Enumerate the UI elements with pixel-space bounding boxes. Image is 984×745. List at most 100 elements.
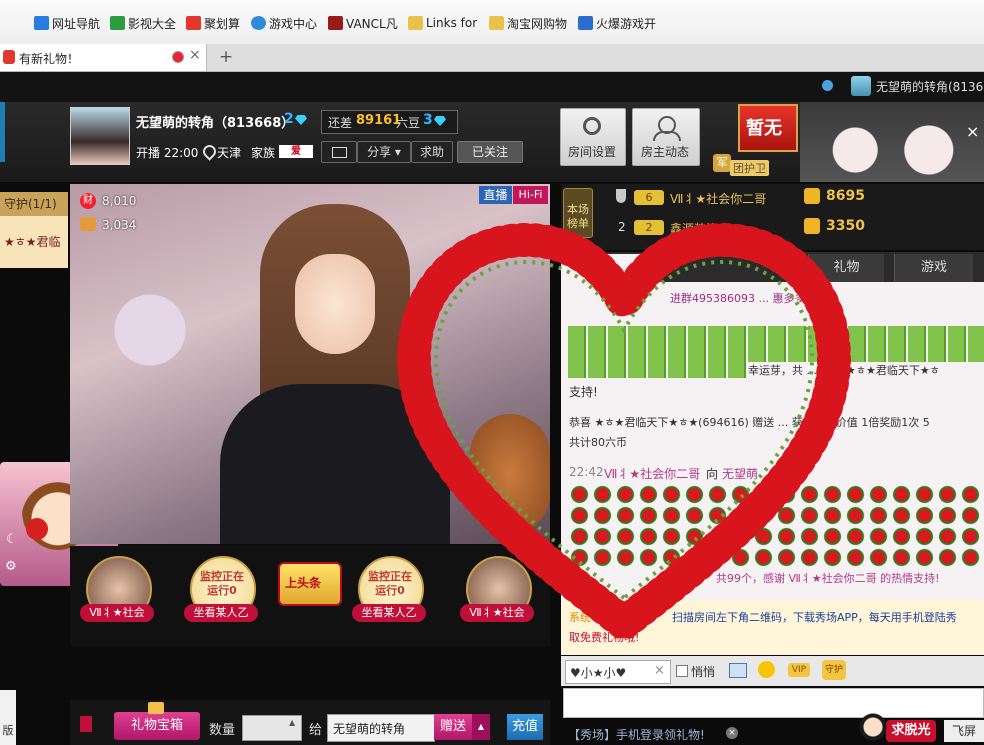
bookmark-nav[interactable]: 网址导航 xyxy=(34,14,100,32)
guard-tag: 军 xyxy=(713,154,731,172)
tab-title: 有新礼物！ xyxy=(19,52,80,66)
rank-score-1: 8695 xyxy=(826,188,865,204)
juhuasuan-icon xyxy=(186,16,201,30)
host-news-label: 房主动态 xyxy=(641,145,690,159)
send-button[interactable]: 赠送 xyxy=(434,714,472,740)
gift-label: Ⅶ丬★社会 xyxy=(80,604,154,622)
browser-tab[interactable]: 有新礼物！ × xyxy=(0,44,207,71)
share-button[interactable]: 分享 ▾ xyxy=(357,141,411,163)
bookmark-juhuasuan[interactable]: 聚划算 xyxy=(186,14,240,32)
no-gift-icon[interactable] xyxy=(80,716,92,732)
verified-icon xyxy=(822,80,833,91)
gift-item-2[interactable]: 监控正在运行0 坐看某人乙 xyxy=(184,556,258,622)
recharge-button[interactable]: 充值 xyxy=(507,714,543,740)
bookmark-games[interactable]: 游戏中心 xyxy=(251,14,317,32)
whisper-checkbox[interactable] xyxy=(676,665,688,677)
streamer-name: 无望萌的转角（813668） xyxy=(136,116,295,131)
person-body-icon xyxy=(653,131,681,141)
guard-tab[interactable]: 守护(1/1) xyxy=(0,192,68,216)
top-user-bar xyxy=(0,72,984,102)
hifi-badge[interactable]: Hi-Fi xyxy=(513,186,548,204)
quantity-label: 数量 xyxy=(209,723,236,738)
emoji-icon[interactable] xyxy=(758,661,775,678)
recipient-field[interactable]: 无望萌的转角 xyxy=(327,714,435,742)
stepper-up-icon[interactable]: ▲ xyxy=(289,718,295,727)
game-icon xyxy=(578,16,593,30)
site-icon xyxy=(3,50,15,64)
user-name[interactable]: 无望萌的转角(8136 xyxy=(876,78,983,95)
image-icon[interactable] xyxy=(729,663,747,678)
rank-badge: 6 xyxy=(634,190,664,205)
boxing-glove-icon xyxy=(26,518,48,540)
trophy-icon xyxy=(616,189,626,203)
recording-icon xyxy=(172,51,184,63)
quantity-input[interactable]: ▲ xyxy=(242,715,302,741)
promo-text[interactable]: 【秀场】手机登录领礼物! xyxy=(568,726,705,743)
heart-animation xyxy=(396,222,852,638)
family-badge[interactable]: 爱 xyxy=(279,145,313,158)
clear-icon[interactable]: × xyxy=(654,663,665,678)
to-label: 给 xyxy=(309,723,323,738)
heart-outline xyxy=(396,222,852,638)
vancl-icon xyxy=(328,16,343,30)
bear-decoration xyxy=(800,102,984,182)
live-badge: 直播 xyxy=(479,186,512,204)
gear-icon xyxy=(583,117,601,135)
family-label: 家族 xyxy=(251,146,276,160)
gift-item-1[interactable]: Ⅶ丬★社会 xyxy=(80,556,154,622)
close-tab-icon[interactable]: × xyxy=(189,47,201,63)
send-dropdown[interactable]: ▲ xyxy=(472,714,490,740)
gear-icon[interactable]: ⚙ xyxy=(5,559,17,574)
tab-games[interactable]: 游戏 xyxy=(894,254,973,282)
folder-icon xyxy=(408,16,423,30)
guard-icon[interactable]: 守护 xyxy=(822,660,846,680)
room-settings-button[interactable]: 房间设置 xyxy=(560,108,626,166)
vip-icon[interactable]: VIP xyxy=(788,663,810,677)
microphone-decoration xyxy=(90,274,240,414)
user-avatar[interactable] xyxy=(851,76,871,96)
coin-icon xyxy=(804,188,820,204)
start-time: 开播 22:00 xyxy=(136,146,199,160)
take-off-button[interactable]: 求脱光 xyxy=(886,720,936,742)
streamer-face xyxy=(295,254,375,354)
wealth-tag: 财 xyxy=(80,193,96,209)
guard-member[interactable]: ★ㅎ★君临 xyxy=(0,216,68,268)
chat-target-value: ♥小★小♥ xyxy=(570,666,627,680)
follow-button[interactable]: 已关注 xyxy=(457,141,523,163)
bookmark-hot-games[interactable]: 火爆游戏开 xyxy=(578,14,656,32)
moon-icon: ☾ xyxy=(6,532,18,547)
room-settings-label: 房间设置 xyxy=(568,145,617,159)
bookmark-taobao[interactable]: 淘宝网购物 xyxy=(489,14,567,32)
gift-box-button[interactable]: 礼物宝箱 xyxy=(114,712,200,740)
sidebar-tab[interactable]: 版 xyxy=(0,690,16,745)
host-news-button[interactable]: 房主动态 xyxy=(632,108,700,166)
chat-target-select[interactable]: ♥小★小♥ × xyxy=(565,660,671,684)
gift-box-icon xyxy=(148,702,164,714)
recipient-value: 无望萌的转角 xyxy=(333,722,406,736)
help-button[interactable]: 求助 xyxy=(411,141,453,163)
close-icon[interactable]: × xyxy=(966,122,979,141)
wealth-value: 8,010 xyxy=(102,194,137,208)
gap-label: 还差 xyxy=(328,116,353,130)
bookmark-links[interactable]: Links for xyxy=(408,14,477,32)
bookmark-vancl[interactable]: VANCL凡 xyxy=(328,14,398,32)
guard-flag-label: 暂无 xyxy=(746,118,782,139)
chat-input[interactable] xyxy=(563,688,984,718)
new-tab-button[interactable]: + xyxy=(214,46,238,68)
mail-button[interactable] xyxy=(321,141,357,163)
gap-level: 3 xyxy=(423,112,433,128)
fans-icon xyxy=(80,217,96,231)
streamer-avatar[interactable] xyxy=(70,107,130,165)
guard-group-label[interactable]: 团护卫 xyxy=(730,160,769,176)
video-icon xyxy=(110,16,125,30)
location: 天津 xyxy=(217,146,242,160)
rank-name-1[interactable]: Ⅶ丬★社会你二哥 xyxy=(670,190,766,207)
mascot-small-icon xyxy=(858,712,888,742)
bookmark-video[interactable]: 影视大全 xyxy=(110,14,176,32)
fans-value: 3,034 xyxy=(102,218,137,232)
whisper-label: 悄悄 xyxy=(691,665,716,679)
fly-screen-button[interactable]: 飞屏 xyxy=(944,720,984,742)
headline-gift[interactable]: 上头条 xyxy=(278,562,342,606)
promo-close-icon[interactable]: × xyxy=(726,727,738,739)
mail-icon xyxy=(332,147,347,158)
